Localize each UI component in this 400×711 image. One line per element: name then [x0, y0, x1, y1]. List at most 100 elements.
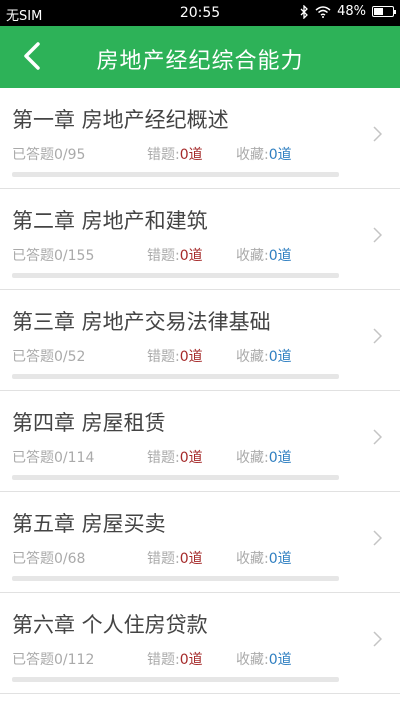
chapter-row[interactable]: 第五章 房屋买卖 已答题0/68 错题:0道 收藏:0道 — [0, 492, 400, 593]
wrong-unit: 道 — [188, 551, 203, 567]
answered-count: 已答题0/52 — [12, 346, 85, 366]
answered-label: 已答题 — [12, 551, 54, 567]
chevron-right-icon — [373, 530, 382, 546]
favorite-unit: 道 — [277, 652, 292, 668]
answered-label: 已答题 — [12, 450, 54, 466]
wrong-value: 0 — [179, 450, 189, 466]
wrong-value: 0 — [179, 551, 189, 567]
answered-label: 已答题 — [12, 248, 54, 264]
progress-bar — [12, 475, 339, 480]
wrong-unit: 道 — [188, 349, 203, 365]
chevron-right-icon — [373, 631, 382, 647]
wrong-label: 错题: — [147, 147, 180, 163]
chapter-row[interactable]: 第三章 房地产交易法律基础 已答题0/52 错题:0道 收藏:0道 — [0, 290, 400, 391]
favorite-value: 0 — [268, 652, 278, 668]
answered-value: 0/52 — [54, 349, 86, 365]
answered-count: 已答题0/95 — [12, 144, 85, 164]
status-icons: 48% — [294, 4, 396, 19]
chapter-title: 第一章 房地产经纪概述 — [12, 108, 229, 132]
wrong-unit: 道 — [188, 147, 203, 163]
answered-label: 已答题 — [12, 147, 54, 163]
favorite-count: 收藏:0道 — [236, 346, 292, 366]
chevron-right-icon — [373, 126, 382, 142]
wrong-count: 错题:0道 — [147, 346, 203, 366]
wrong-count: 错题:0道 — [147, 144, 203, 164]
chapter-row[interactable]: 第一章 房地产经纪概述 已答题0/95 错题:0道 收藏:0道 — [0, 88, 400, 189]
wrong-value: 0 — [179, 147, 189, 163]
chapter-title: 第六章 个人住房贷款 — [12, 613, 208, 637]
favorite-value: 0 — [268, 450, 278, 466]
nav-bar: 房地产经纪综合能力 — [0, 26, 400, 88]
wrong-label: 错题: — [147, 652, 180, 668]
favorite-unit: 道 — [277, 551, 292, 567]
wrong-label: 错题: — [147, 248, 180, 264]
wrong-value: 0 — [179, 349, 189, 365]
favorite-value: 0 — [268, 551, 278, 567]
chevron-right-icon — [373, 328, 382, 344]
favorite-label: 收藏: — [236, 652, 269, 668]
chapter-title: 第二章 房地产和建筑 — [12, 209, 208, 233]
progress-bar — [12, 576, 339, 581]
wrong-count: 错题:0道 — [147, 548, 203, 568]
progress-bar — [12, 677, 339, 682]
favorite-value: 0 — [268, 349, 278, 365]
wrong-count: 错题:0道 — [147, 245, 203, 265]
progress-bar — [12, 172, 339, 177]
answered-value: 0/95 — [54, 147, 86, 163]
chapter-title: 第五章 房屋买卖 — [12, 512, 166, 536]
answered-value: 0/114 — [54, 450, 95, 466]
wrong-label: 错题: — [147, 450, 180, 466]
favorite-count: 收藏:0道 — [236, 447, 292, 467]
answered-count: 已答题0/68 — [12, 548, 85, 568]
favorite-label: 收藏: — [236, 349, 269, 365]
favorite-label: 收藏: — [236, 551, 269, 567]
favorite-count: 收藏:0道 — [236, 548, 292, 568]
wrong-unit: 道 — [188, 450, 203, 466]
battery-icon — [372, 6, 396, 17]
chapter-row[interactable]: 第二章 房地产和建筑 已答题0/155 错题:0道 收藏:0道 — [0, 189, 400, 290]
favorite-unit: 道 — [277, 349, 292, 365]
answered-count: 已答题0/155 — [12, 245, 94, 265]
answered-value: 0/68 — [54, 551, 86, 567]
wrong-count: 错题:0道 — [147, 649, 203, 669]
progress-bar — [12, 273, 339, 278]
answered-value: 0/155 — [54, 248, 95, 264]
favorite-count: 收藏:0道 — [236, 649, 292, 669]
wrong-value: 0 — [179, 652, 189, 668]
answered-count: 已答题0/112 — [12, 649, 94, 669]
wrong-count: 错题:0道 — [147, 447, 203, 467]
answered-value: 0/112 — [54, 652, 95, 668]
favorite-count: 收藏:0道 — [236, 144, 292, 164]
favorite-value: 0 — [268, 248, 278, 264]
chevron-right-icon — [373, 227, 382, 243]
chapter-title: 第四章 房屋租赁 — [12, 411, 166, 435]
favorite-unit: 道 — [277, 248, 292, 264]
favorite-unit: 道 — [277, 450, 292, 466]
answered-count: 已答题0/114 — [12, 447, 94, 467]
favorite-value: 0 — [268, 147, 278, 163]
chapter-list: 第一章 房地产经纪概述 已答题0/95 错题:0道 收藏:0道 第二章 房地产和… — [0, 88, 400, 694]
chevron-right-icon — [373, 429, 382, 445]
battery-percent: 48% — [337, 4, 366, 19]
chapter-row[interactable]: 第六章 个人住房贷款 已答题0/112 错题:0道 收藏:0道 — [0, 593, 400, 694]
favorite-count: 收藏:0道 — [236, 245, 292, 265]
favorite-label: 收藏: — [236, 248, 269, 264]
wrong-label: 错题: — [147, 349, 180, 365]
wifi-icon — [315, 5, 331, 18]
wrong-label: 错题: — [147, 551, 180, 567]
favorite-label: 收藏: — [236, 147, 269, 163]
answered-label: 已答题 — [12, 349, 54, 365]
battery-level — [374, 8, 383, 15]
wrong-unit: 道 — [188, 652, 203, 668]
page-title: 房地产经纪综合能力 — [96, 49, 304, 74]
wrong-unit: 道 — [188, 248, 203, 264]
favorite-label: 收藏: — [236, 450, 269, 466]
progress-bar — [12, 374, 339, 379]
status-bar: 无SIM 20:55 48% — [0, 0, 400, 26]
answered-label: 已答题 — [12, 652, 54, 668]
wrong-value: 0 — [179, 248, 189, 264]
chapter-row[interactable]: 第四章 房屋租赁 已答题0/114 错题:0道 收藏:0道 — [0, 391, 400, 492]
chapter-title: 第三章 房地产交易法律基础 — [12, 310, 271, 334]
favorite-unit: 道 — [277, 147, 292, 163]
bluetooth-icon — [300, 4, 309, 19]
